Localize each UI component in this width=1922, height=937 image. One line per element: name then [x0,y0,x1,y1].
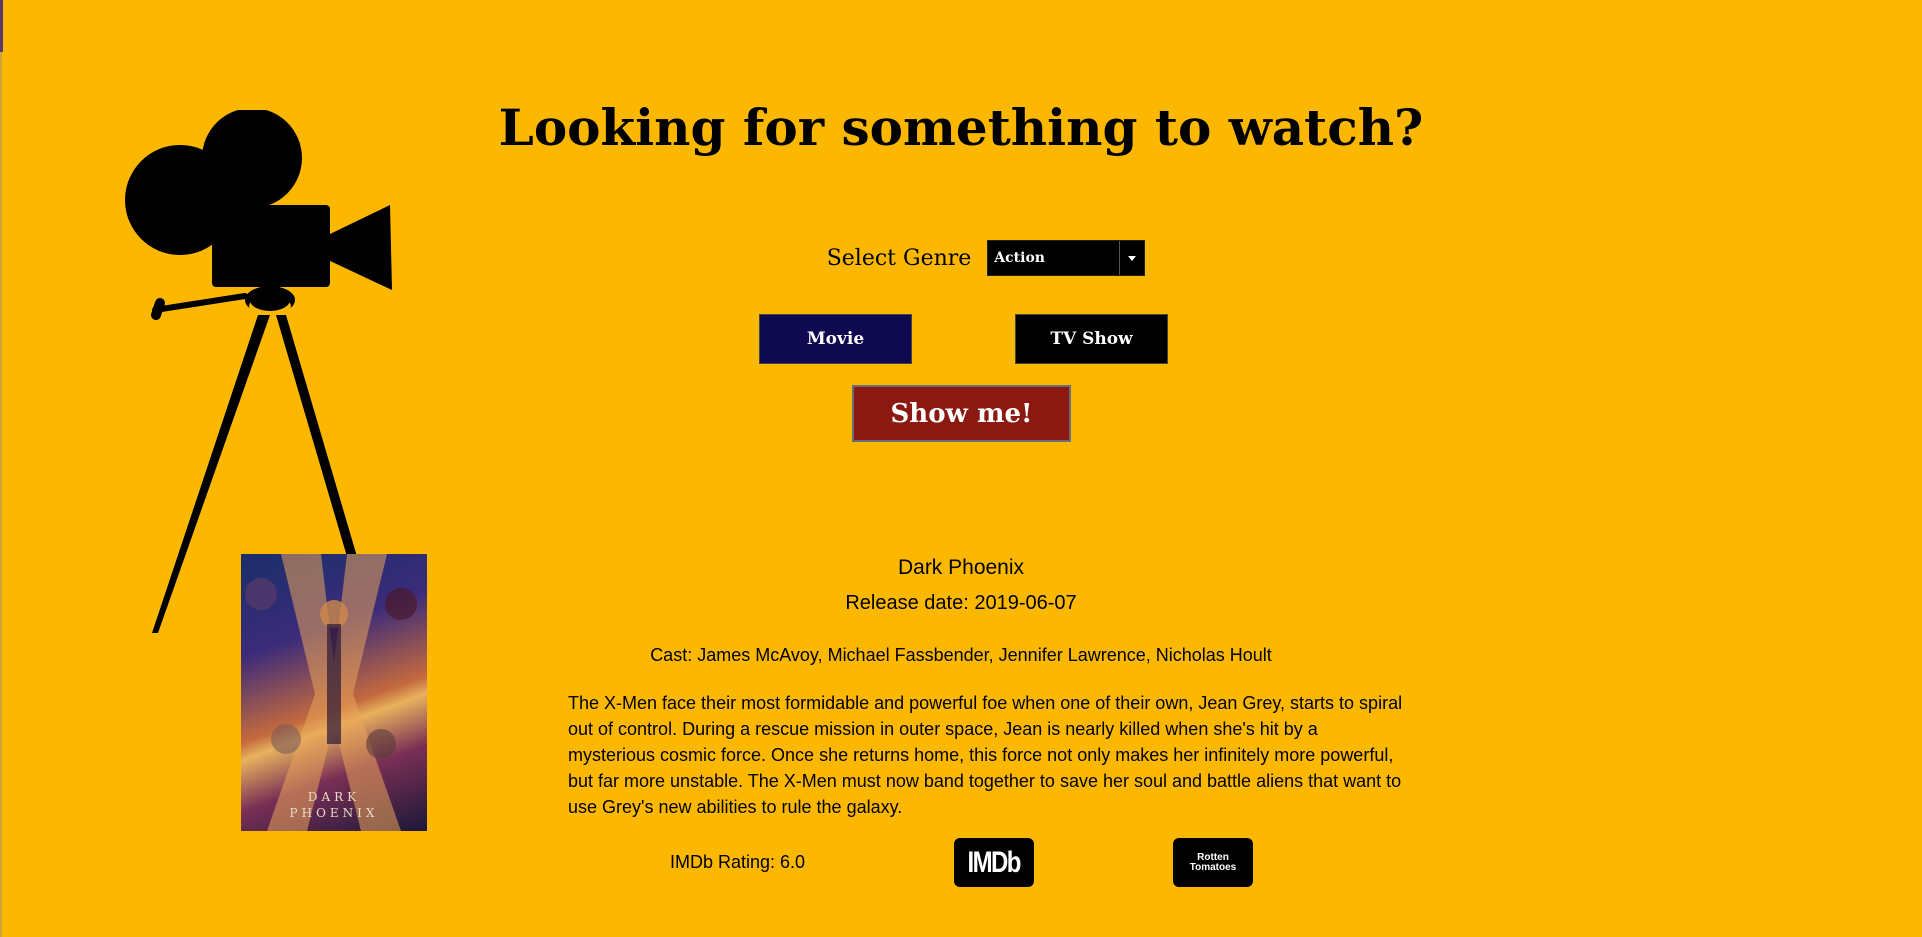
tv-show-button[interactable]: TV Show [1015,314,1168,364]
rotten-tomatoes-link-button[interactable]: Rotten Tomatoes [1173,838,1253,887]
genre-select[interactable]: Action [987,240,1146,276]
movie-button[interactable]: Movie [759,314,912,364]
rt-line1: Rotten [1197,851,1229,863]
overview-text: The X-Men face their most formidable and… [568,693,1403,817]
rotten-tomatoes-logo-icon: Rotten Tomatoes [1189,851,1237,873]
poster-title-line1: DARK [307,790,361,804]
page: Looking for something to watch? Select G… [0,0,1922,937]
release-date: Release date: 2019-06-07 [845,592,1077,614]
genre-select-value: Action [994,250,1045,266]
result-title: Dark Phoenix [897,556,1025,579]
chevron-down-icon[interactable] [1119,241,1144,275]
cast-list: Cast: James McAvoy, Michael Fassbender, … [650,645,1272,665]
imdb-rating: IMDb Rating: 6.0 [670,852,806,872]
imdb-logo-icon: IMDb [967,845,1022,879]
poster-title-line2: PHOENIX [289,806,379,820]
window-corner [0,0,3,52]
genre-label: Select Genre [826,245,972,271]
rt-line2: Tomatoes [1189,861,1237,873]
imdb-link-button[interactable]: IMDb [954,838,1034,887]
genre-row: Select Genre Action [0,240,1922,276]
show-me-button[interactable]: Show me! [852,385,1071,442]
arrow-glyph [1128,255,1137,261]
